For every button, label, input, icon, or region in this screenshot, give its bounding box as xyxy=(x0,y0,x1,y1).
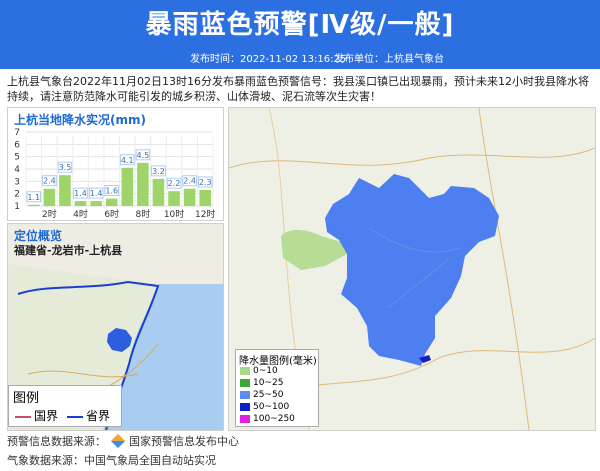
data-label: 3.5 xyxy=(59,163,72,172)
rainfall-chart: 12345671.12.43.51.4 1.4 1.64.14.53.22.2 2.4… xyxy=(14,128,215,220)
x-tick-label: 10时 xyxy=(164,208,184,220)
publisher: 发布单位：上杭县气象台 xyxy=(334,54,444,65)
x-tick-label: 2时 xyxy=(42,208,57,220)
weather-source-line: 气象数据来源：中国气象局全国自动站实况 xyxy=(7,454,216,467)
y-tick-label: 2 xyxy=(14,190,20,200)
y-tick-label: 6 xyxy=(14,140,20,150)
bar xyxy=(28,204,40,206)
data-label: 4.5 xyxy=(137,151,150,160)
rainfall-panel: 上杭当地降水实况(mm) 1 2 3 4 5 6 7 1.1 2.4 3.5 1.4 1.4 1.6 4.… xyxy=(7,107,224,221)
bar xyxy=(168,191,180,206)
data-label: 1.1 xyxy=(27,193,40,202)
y-tick-label: 5 xyxy=(14,153,20,163)
bar xyxy=(183,188,196,206)
country-border-swatch xyxy=(15,415,31,418)
warning-center-icon xyxy=(110,433,125,449)
bar xyxy=(105,198,118,206)
data-label: 2.4 xyxy=(43,177,56,186)
legend-item-10-25: 10~25 xyxy=(240,378,283,388)
x-tick-label: 12时 xyxy=(195,208,215,220)
y-tick-label: 3 xyxy=(14,177,20,187)
bar xyxy=(90,201,102,206)
bar xyxy=(121,167,134,206)
location-path: 福建省-龙岩市-上杭县 xyxy=(14,244,123,257)
legend-item-50-100: 50~100 xyxy=(240,402,289,412)
data-label: 2.2 xyxy=(168,179,181,188)
province-border-swatch xyxy=(67,415,83,418)
rainfall-legend-title: 降水量图例(毫米) xyxy=(239,356,317,367)
y-tick-label: 7 xyxy=(14,128,20,138)
legend-item-0-10: 0~10 xyxy=(240,366,278,376)
bar xyxy=(199,189,211,206)
meta-bar: 发布时间：2022-11-02 13:16:25 发布单位：上杭县气象台 xyxy=(0,51,600,69)
data-label: 1.4 xyxy=(90,189,103,198)
legend-item-25-50: 25~50 xyxy=(240,390,283,400)
page-title: 暴雨蓝色预警[Ⅳ级/一般] xyxy=(145,10,455,40)
data-label: 3.2 xyxy=(152,167,165,176)
warning-source-line: 预警信息数据来源： 国家预警信息发布中心 xyxy=(7,433,239,449)
x-tick-label: 6时 xyxy=(104,208,119,220)
y-tick-label: 4 xyxy=(14,165,20,175)
data-label: 4.1 xyxy=(121,156,134,165)
x-tick-label: 4时 xyxy=(73,208,88,220)
legend-item-100-250: 100~250 xyxy=(240,414,295,424)
data-label: 2.4 xyxy=(183,177,196,186)
rainfall-legend: 降水量图例(毫米) 0~10 10~25 25~50 50~100 100~25… xyxy=(235,349,319,427)
warning-description: 上杭县气象台2022年11月02日13时16分发布暴雨蓝色预警信号：我县溪口镇已… xyxy=(7,75,589,103)
bar xyxy=(152,178,165,206)
overview-legend: 图例 国界 省界 xyxy=(8,385,122,427)
x-tick-label: 8时 xyxy=(136,208,151,220)
publish-time: 发布时间：2022-11-02 13:16:25 xyxy=(190,54,347,65)
bar xyxy=(59,175,71,206)
bar xyxy=(43,188,56,206)
header-bar: 暴雨蓝色预警[Ⅳ级/一般] xyxy=(0,0,600,54)
data-label: 1.6 xyxy=(105,187,118,196)
bar xyxy=(74,201,87,206)
warning-source-name: 国家预警信息发布中心 xyxy=(129,435,239,448)
rainfall-map[interactable]: 降水量图例(毫米) 0~10 10~25 25~50 50~100 100~25… xyxy=(228,107,596,431)
bar xyxy=(137,162,149,206)
data-label: 2.3 xyxy=(199,178,212,187)
y-tick-label: 1 xyxy=(14,202,20,212)
overview-legend-title: 图例 xyxy=(13,391,40,406)
legend-item-province-border: 省界 xyxy=(67,407,110,424)
legend-item-country-border: 国界 xyxy=(15,407,58,424)
warning-source-label: 预警信息数据来源： xyxy=(7,435,106,448)
data-label: 1.4 xyxy=(74,189,87,198)
